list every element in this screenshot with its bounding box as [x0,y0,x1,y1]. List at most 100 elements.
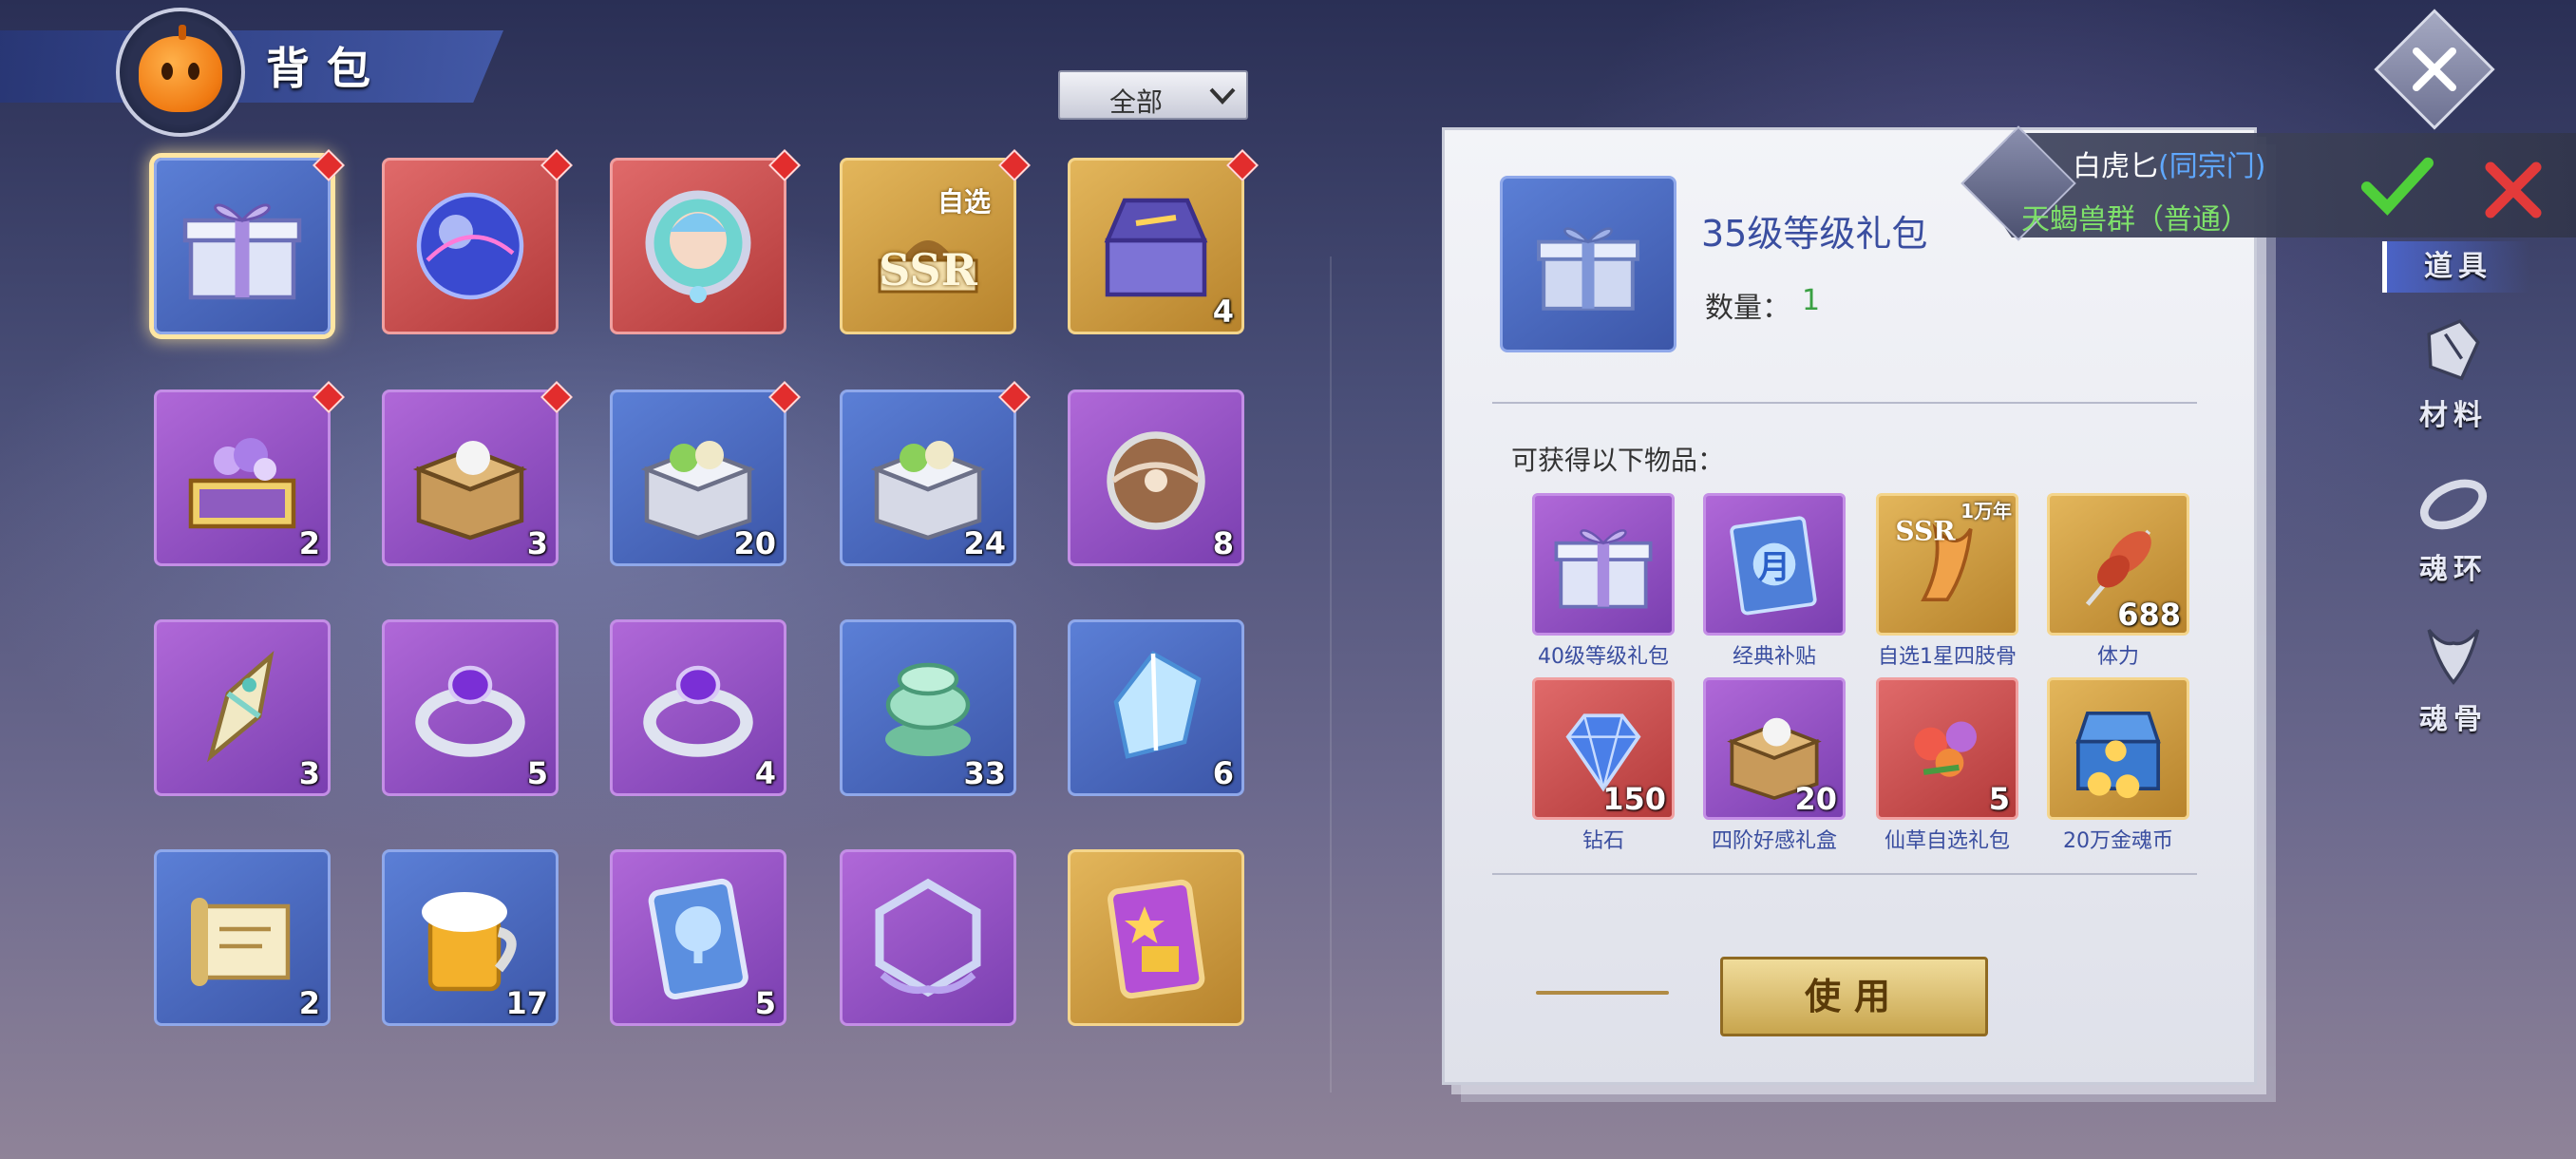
notify-sect: (同宗门) [2158,150,2266,183]
tab-label: 魂环 [2419,553,2488,586]
reward-emblem: 月 [1758,548,1790,587]
inventory-item[interactable]: SSR 自选 [840,158,1016,334]
item-count: 5 [754,985,776,1021]
inventory-item[interactable] [610,158,786,334]
tab-soul-bone-tab[interactable]: 魂骨 [2382,614,2525,737]
quantity-label: 数量： [1705,292,1790,325]
notify-sender: 白虎匕(同宗门) [2073,150,2266,183]
amethyst-ring-icon [643,665,753,757]
inventory-item[interactable]: 5 [610,849,786,1026]
page-title: 背包 [266,43,388,94]
accept-check-icon[interactable] [2359,148,2434,222]
reward-item[interactable] [1532,493,1675,636]
item-count: 8 [1212,525,1234,561]
item-tag: 自选 [937,186,991,218]
tab-ore[interactable]: 材料 [2382,310,2525,433]
notify-message: 天蝎兽群（普通） [2021,203,2249,237]
reward-item[interactable]: 150 [1532,677,1675,820]
tab-item-tab[interactable]: 道具 [2382,241,2529,293]
hex-frame-icon [875,878,981,998]
reward-item[interactable]: 5 [1876,677,2018,820]
reward-item[interactable]: SSR 1万年 [1876,493,2018,636]
close-icon[interactable] [2403,38,2466,101]
ice-crystal-icon [1113,651,1202,759]
tab-label: 魂骨 [2419,703,2488,736]
inventory-item[interactable]: 33 [840,619,1016,796]
inventory-item[interactable]: 4 [1068,158,1244,334]
inventory-item[interactable]: 8 [1068,390,1244,566]
item-count: 5 [526,755,548,791]
divider [1492,402,2197,404]
decline-x-icon[interactable] [2479,156,2548,224]
item-count: 6 [1212,755,1234,791]
item-count: 4 [1212,294,1234,330]
soul-bone-tab-icon [2427,629,2480,685]
inventory-item[interactable] [840,849,1016,1026]
item-count: 4 [754,755,776,791]
reward-label: 四阶好感礼盒 [1711,829,1837,853]
item-count: 20 [733,525,776,561]
reward-count: 150 [1602,781,1666,817]
obtain-label: 可获得以下物品： [1511,445,1725,476]
inventory-item[interactable]: 3 [382,390,559,566]
ore-icon [2427,318,2480,381]
reward-item[interactable]: 月 [1703,493,1846,636]
inventory-item[interactable]: 4 [610,619,786,796]
inventory-item[interactable] [382,158,559,334]
item-count: 24 [963,525,1006,561]
detail-item-thumbnail [1500,176,1676,352]
inventory-item[interactable]: 20 [610,390,786,566]
reward-item[interactable]: 688 [2047,493,2189,636]
reward-emblem: SSR [1895,515,1956,547]
crystal-orb-icon [416,192,524,300]
header-bar [0,30,503,103]
reward-label: 体力 [2096,645,2139,669]
reward-tag: 1万年 [1960,500,2012,522]
reward-item[interactable]: 20 [1703,677,1846,820]
soul-ring-icon [2420,479,2487,530]
scroll-icon [191,898,291,986]
inventory-item[interactable]: 6 [1068,619,1244,796]
reward-count: 20 [1794,781,1837,817]
ssr-emblem: SSR [879,244,977,296]
amethyst-ring-icon [415,665,525,757]
inventory-item[interactable]: 5 [382,619,559,796]
crystal-shard-icon [206,651,275,763]
chevron-down-icon [1209,87,1236,104]
reward-label: 钻石 [1582,829,1624,853]
bronze-orb-icon [1107,431,1205,530]
item-count: 33 [963,755,1006,791]
filter-dropdown[interactable]: 全部 [1058,70,1248,120]
inventory-item[interactable]: 17 [382,849,559,1026]
tab-label: 材料 [2419,399,2488,432]
item-count: 17 [505,985,548,1021]
flower-chest-icon [188,438,296,529]
use-button[interactable]: 使用 [1720,957,1988,1036]
reward-label: 20万金魂币 [2063,829,2173,853]
item-count: 3 [526,525,548,561]
tree-card-icon [648,878,748,1000]
reward-label: 40级等级礼包 [1538,645,1669,669]
scroll-indicator [1536,991,1669,995]
inventory-item[interactable] [154,158,331,334]
inventory-item[interactable]: 2 [154,849,331,1026]
item-count: 3 [298,755,320,791]
inventory-item[interactable]: 2 [154,390,331,566]
inventory-item[interactable]: 3 [154,619,331,796]
treasure-chest-icon [1104,198,1208,297]
item-detail-panel: 35级等级礼包 数量： 1 可获得以下物品： 40级等级礼包 月经典补贴 SSR 1万… [1442,127,2257,1085]
filter-selected: 全部 [1109,86,1164,118]
divider [1492,873,2197,875]
quantity-value: 1 [1802,284,1821,317]
panel-divider [1330,256,1332,1092]
reward-count: 688 [2117,597,2181,633]
inventory-item[interactable] [1068,849,1244,1026]
avatar[interactable] [116,8,245,137]
coin-chest-icon [2075,711,2161,799]
reward-label: 自选1星四肢骨 [1878,645,2017,669]
inventory-item[interactable]: 24 [840,390,1016,566]
tab-soul-ring[interactable]: 魂环 [2382,464,2525,587]
reward-item[interactable] [2047,677,2189,820]
gift-box-icon [1554,529,1653,609]
item-count: 2 [298,525,320,561]
